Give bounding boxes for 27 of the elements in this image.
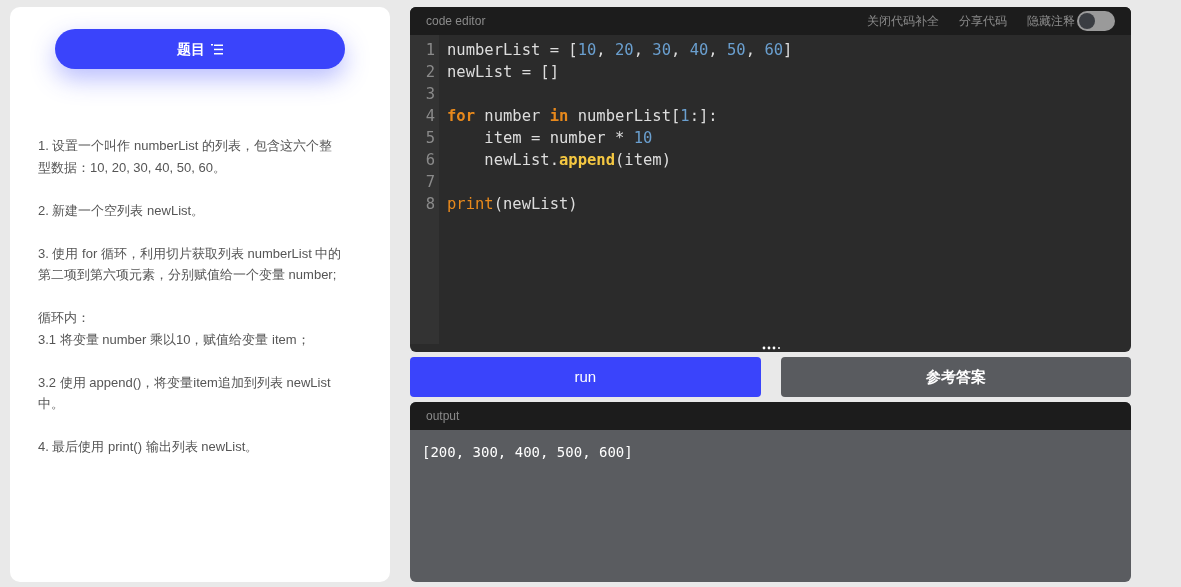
code-line: print(newList)	[447, 195, 578, 213]
answer-button[interactable]: 参考答案	[780, 357, 1131, 397]
editor-title: code editor	[426, 13, 486, 30]
code-editor[interactable]: code editor 关闭代码补全 分享代码 隐藏注释 1 2 3 4 5 6 7 8 numberList = [10, 20, 30, 40, 50, 60] newList = [] for number in numberList[1:]: item = number * 10 newList.append(item) print(newList)	[410, 7, 1131, 352]
code-line: numberList = [10, 20, 30, 40, 50, 60]	[447, 41, 793, 59]
output-title: output	[426, 408, 460, 425]
instruction-text: 3. 使用 for 循环，利用切片获取列表 numberList 中的第二项到第六项元素，分别赋值给一个变量 number;	[38, 244, 343, 284]
code-line: for number in numberList[1:]:	[447, 107, 718, 125]
toggle-label: 隐藏注释	[1027, 13, 1075, 30]
instruction-text: 3.1 将变量 number 乘以10，赋值给变量 item；	[38, 330, 311, 349]
instruction-text: 循环内：	[38, 309, 91, 327]
line-gutter: 1 2 3 4 5 6 7 8	[410, 35, 439, 344]
code-line: newList = []	[447, 63, 559, 81]
instruction-text: 1. 设置一个叫作 numberList 的列表，包含这六个整型数据：10, 20, 30, 40, 50, 60。	[38, 137, 333, 177]
toggle-switch[interactable]	[1077, 11, 1115, 31]
code-line: newList.append(item)	[483, 151, 671, 169]
instruction-text: 4. 最后使用 print() 输出列表 newList。	[38, 438, 260, 456]
instruction-text: 3.2 使用 append()，将变量item追加到列表 newList 中。	[38, 373, 332, 413]
task-button[interactable]: 题目	[55, 29, 345, 69]
instruction-text: 2. 新建一个空列表 newList。	[38, 201, 206, 220]
list-icon	[211, 43, 223, 55]
resize-handle[interactable]	[761, 345, 780, 351]
editor-action-link[interactable]: 分享代码	[959, 12, 1007, 30]
code-line: item = number * 10	[483, 129, 653, 147]
run-button[interactable]: run	[410, 357, 761, 397]
output-text: [200, 300, 400, 500, 600]	[421, 443, 634, 462]
editor-action-link[interactable]: 关闭代码补全	[867, 12, 939, 30]
